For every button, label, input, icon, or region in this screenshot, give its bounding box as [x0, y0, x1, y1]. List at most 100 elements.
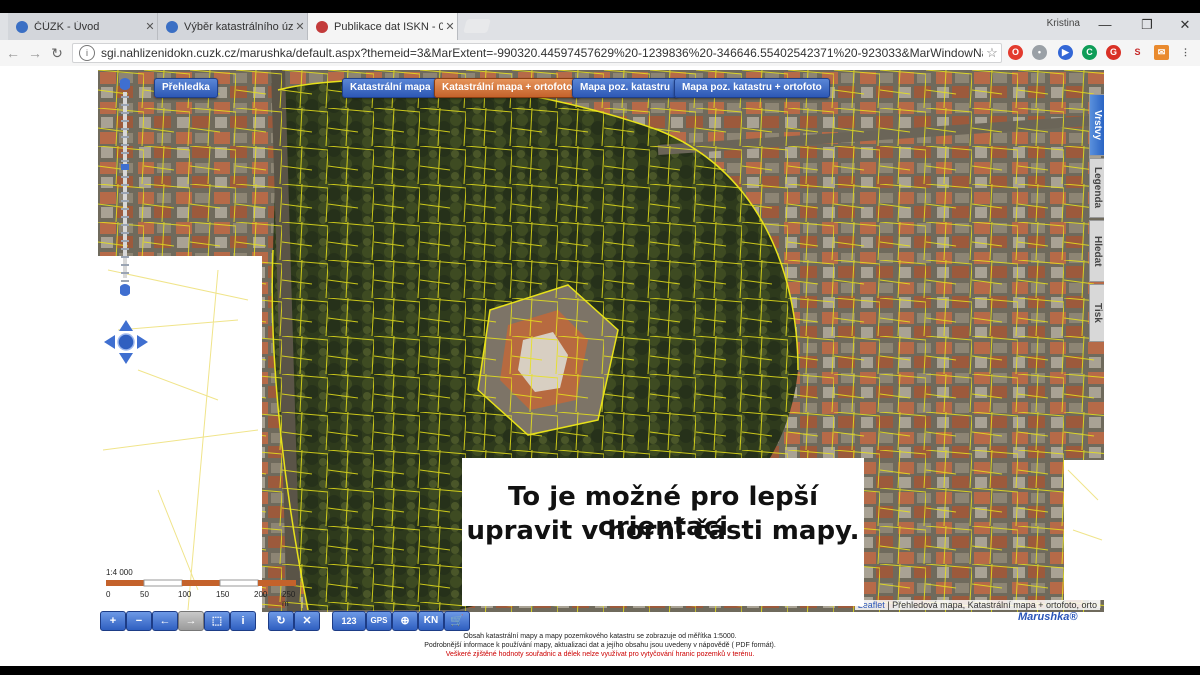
zoom-level-tick	[121, 248, 129, 250]
browser-tab-bar: ČÚZK - Úvod ✕ Výběr katastrálního úzer ✕…	[0, 13, 1200, 40]
marushka-logo: Marushka®	[1018, 611, 1078, 623]
layer-cadastral-map-button[interactable]: Katastrální mapa	[342, 78, 439, 98]
clear-button[interactable]: ✕	[294, 611, 320, 631]
globe-icon	[16, 20, 28, 33]
zoom-level-tick	[121, 280, 129, 282]
layer-cadastral-ortho-button[interactable]: Katastrální mapa + ortofoto	[434, 78, 581, 98]
profile-name[interactable]: Kristina	[1047, 18, 1080, 29]
zoom-level-tick	[121, 184, 129, 186]
pan-left-icon	[104, 335, 115, 349]
scale-bar-graphic	[106, 579, 296, 587]
zoom-level-tick	[121, 208, 129, 210]
mail-extension-icon[interactable]: ✉	[1154, 45, 1169, 60]
loading-icon	[316, 20, 328, 33]
address-bar[interactable]: i sgi.nahlizenidokn.cuzk.cz/marushka/def…	[72, 43, 1002, 63]
locate-button[interactable]: ⊕	[392, 611, 418, 631]
tab-layers[interactable]: Vrstvy	[1089, 94, 1104, 156]
layer-land-cadastre-ortho-button[interactable]: Mapa poz. katastru + ortofoto	[674, 78, 830, 98]
zoom-level-tick	[121, 104, 129, 106]
scale-bar: 1:4 000 0 50 100 150 200 250 m	[102, 568, 302, 608]
subtitle-line-2: upravit v horní části mapy.	[466, 516, 860, 546]
kn-button[interactable]: KN	[418, 611, 444, 631]
map-attribution: Leaflet | Přehledová mapa, Katastrální m…	[854, 600, 1100, 610]
forward-arrow-icon[interactable]: →	[26, 44, 44, 62]
layer-land-cadastre-button[interactable]: Mapa poz. katastru	[572, 78, 679, 98]
zoom-level-tick	[121, 272, 129, 274]
tab-search[interactable]: Hledat	[1089, 220, 1104, 282]
browser-tab-1[interactable]: ČÚZK - Úvod ✕	[8, 13, 158, 40]
zoom-level-tick	[121, 200, 129, 202]
tab-title: Publikace dat ISKN - 0s	[334, 20, 443, 33]
zoom-level-tick	[121, 256, 129, 258]
zoom-level-tick	[121, 216, 129, 218]
zoom-level-tick	[121, 152, 129, 154]
subtitle-box: To je možné pro lepší orientaci upravit …	[462, 458, 864, 606]
s-extension-icon[interactable]: S	[1130, 45, 1145, 60]
info-button[interactable]: i	[230, 611, 256, 631]
zoom-level-tick	[121, 264, 129, 266]
pan-down-icon	[119, 353, 133, 364]
tab-title: ČÚZK - Úvod	[34, 20, 100, 33]
gps-button[interactable]: GPS	[366, 611, 392, 631]
restore-icon[interactable]: ❐	[1136, 15, 1158, 35]
back-arrow-icon[interactable]: ←	[4, 44, 22, 62]
scale-tick: 200	[254, 590, 268, 599]
scale-tick: 0	[106, 590, 111, 599]
tab-print[interactable]: Tisk	[1089, 284, 1104, 342]
browser-tab-3[interactable]: Publikace dat ISKN - 0s ✕	[308, 13, 458, 40]
play-extension-icon[interactable]: ▶	[1058, 45, 1073, 60]
page-content: Přehledka Katastrální mapa Katastrální m…	[0, 66, 1200, 666]
globe-icon	[166, 20, 178, 33]
pan-control[interactable]	[102, 318, 150, 366]
zoom-slider[interactable]	[120, 78, 130, 296]
close-icon[interactable]: ✕	[443, 20, 457, 33]
previous-view-button[interactable]: ←	[152, 611, 178, 631]
info-icon[interactable]: i	[79, 45, 95, 61]
footer-line-2: Podrobnější informace k používání mapy, …	[424, 642, 776, 649]
close-window-icon[interactable]: ✕	[1174, 15, 1196, 35]
zoom-rectangle-button[interactable]: ⬚	[204, 611, 230, 631]
overview-button[interactable]: Přehledka	[154, 78, 218, 98]
scale-label: 1:4 000	[106, 568, 133, 577]
menu-icon[interactable]: ⋮	[1178, 45, 1193, 60]
scale-tick: 150	[216, 590, 230, 599]
next-view-button[interactable]: →	[178, 611, 204, 631]
new-tab-button[interactable]	[463, 19, 491, 33]
footer-line-3: Veškeré zjištěné hodnoty souřadnic a dél…	[445, 651, 755, 658]
cart-button[interactable]: 🛒	[444, 611, 470, 631]
opera-extension-icon[interactable]: O	[1008, 45, 1023, 60]
url-text[interactable]: sgi.nahlizenidokn.cuzk.cz/marushka/defau…	[101, 46, 983, 60]
zoom-level-tick	[121, 136, 129, 138]
measure-button[interactable]: 123	[332, 611, 366, 631]
zoom-level-tick	[121, 176, 129, 178]
close-icon[interactable]: ✕	[143, 20, 157, 33]
zoom-in-button[interactable]: +	[100, 611, 126, 631]
pan-up-icon	[119, 320, 133, 331]
zoom-level-tick	[121, 96, 129, 98]
tab-title: Výběr katastrálního úzer	[184, 20, 293, 33]
reload-icon[interactable]: ↻	[48, 44, 66, 62]
tab-legend[interactable]: Legenda	[1089, 158, 1104, 218]
refresh-extension-icon[interactable]: C	[1082, 45, 1097, 60]
footer-notice: Obsah katastrální mapy a mapy pozemkovéh…	[300, 632, 900, 659]
zoom-level-tick	[121, 160, 129, 162]
close-icon[interactable]: ✕	[293, 20, 307, 33]
zoom-slider-handle	[121, 164, 129, 170]
grammarly-extension-icon[interactable]: G	[1106, 45, 1121, 60]
zoom-out-button[interactable]: −	[126, 611, 152, 631]
scale-tick: 50	[140, 590, 149, 599]
zoom-level-tick	[121, 232, 129, 234]
pan-center-icon	[117, 333, 135, 351]
zoom-level-tick	[121, 120, 129, 122]
zoom-level-tick	[121, 192, 129, 194]
extension-icon[interactable]: •	[1032, 45, 1047, 60]
refresh-button[interactable]: ↻	[268, 611, 294, 631]
scale-tick: 250 m	[282, 590, 296, 608]
browser-tab-2[interactable]: Výběr katastrálního úzer ✕	[158, 13, 308, 40]
attribution-text: | Přehledová mapa, Katastrální mapa + or…	[884, 600, 1097, 610]
minimize-icon[interactable]: —	[1094, 15, 1116, 35]
bookmark-star-icon[interactable]: ☆	[983, 45, 1001, 61]
scale-tick: 100	[178, 590, 192, 599]
browser-toolbar: ← → ↻ i sgi.nahlizenidokn.cuzk.cz/marush…	[0, 40, 1200, 67]
footer-line-1: Obsah katastrální mapy a mapy pozemkovéh…	[463, 633, 737, 640]
